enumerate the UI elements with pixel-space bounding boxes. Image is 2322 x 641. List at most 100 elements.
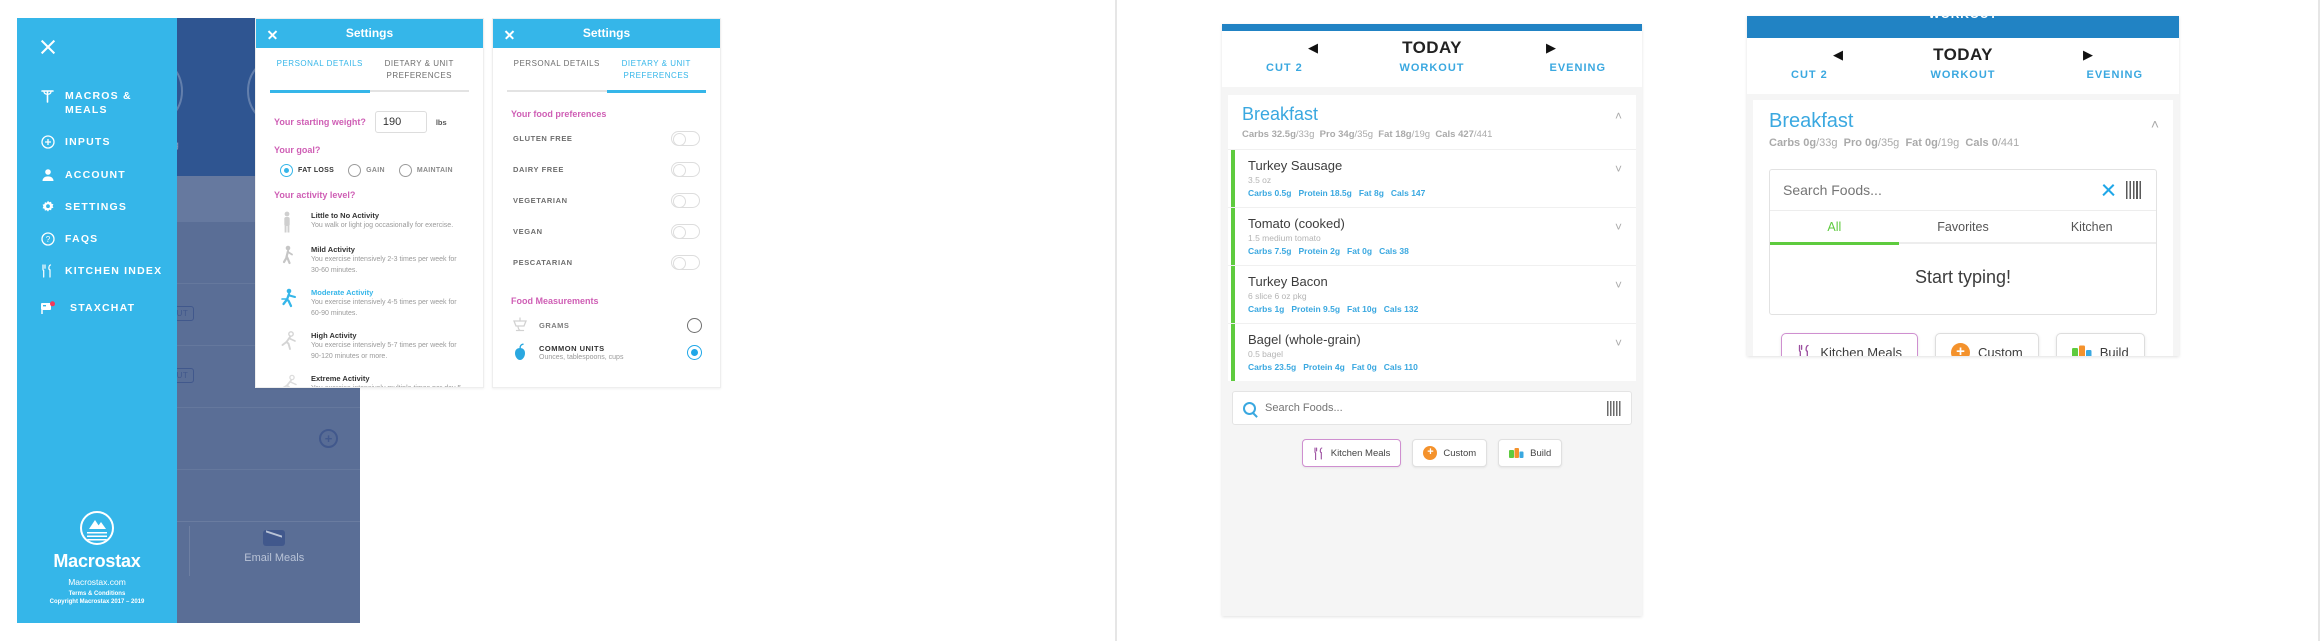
activity-option-desc: You walk or light jog occasionally for e… (311, 222, 454, 229)
preference-row-vegan[interactable]: VEGAN (511, 216, 702, 247)
custom-button[interactable]: + Custom (1934, 333, 2039, 356)
sidebar-item-inputs[interactable]: INPUTS (17, 126, 177, 158)
toggle-switch[interactable] (671, 131, 700, 146)
tab-all[interactable]: All (1770, 211, 1899, 242)
close-icon[interactable] (39, 38, 57, 56)
preference-row-dairy-free[interactable]: DAIRY FREE (511, 154, 702, 185)
logo-mountain-right (96, 522, 106, 529)
activity-option-moderate[interactable]: Moderate Activity You exercise intensive… (274, 282, 465, 325)
food-macros: Carbs 23.5g Protein 4g Fat 0g Cals 110 (1248, 362, 1624, 372)
chevron-up-icon[interactable]: ˄ (2151, 116, 2159, 132)
toggle-switch[interactable] (671, 255, 700, 270)
food-list-item[interactable]: ˅ Turkey Bacon 6 slice 6 oz pkg Carbs 1g… (1228, 265, 1636, 323)
sidebar-item-macros-meals[interactable]: MACROS & MEALS (17, 80, 177, 126)
evening-label[interactable]: EVENING (2086, 69, 2143, 81)
meal-header[interactable]: Breakfast Carbs 0g/33g Pro 0g/35g Fat 0g… (1753, 100, 2173, 159)
status-bar (1222, 24, 1642, 31)
search-foods-bar[interactable] (1770, 170, 2156, 210)
kitchen-meals-button[interactable]: Kitchen Meals (1301, 439, 1402, 467)
food-name: Bagel (whole-grain) (1248, 332, 1361, 347)
activity-option-extreme[interactable]: Extreme Activity You exercise intensivel… (274, 368, 465, 387)
radio-icon[interactable] (280, 164, 293, 177)
radio-icon[interactable] (687, 344, 702, 360)
build-button[interactable]: Build (1498, 439, 1563, 467)
barcode-scanner-icon[interactable] (2126, 181, 2143, 199)
sidebar-item-staxchat[interactable]: STAXCHAT (17, 287, 177, 324)
macro-fat: Fat 0g (1905, 137, 1938, 149)
macro-pro: Pro 0g (1843, 137, 1878, 149)
chevron-down-icon[interactable]: ˅ (1615, 162, 1622, 176)
meal-header[interactable]: Breakfast Carbs 32.5g/33g Pro 34g/35g Fa… (1228, 95, 1636, 149)
toggle-switch[interactable] (671, 193, 700, 208)
chevron-down-icon[interactable]: ˅ (1615, 336, 1622, 350)
food-serving: 3.5 oz (1248, 175, 1272, 185)
close-icon[interactable] (2101, 183, 2116, 198)
food-macro: Protein 2g (1298, 246, 1341, 256)
tab-dietary-unit-preferences[interactable]: DIETARY & UNIT PREFERENCES (607, 58, 707, 90)
fork-knife-icon (1797, 344, 1812, 356)
tab-underline (1898, 242, 2028, 244)
activity-option-high[interactable]: High Activity You exercise intensively 5… (274, 325, 465, 368)
evening-label[interactable]: EVENING (1549, 62, 1606, 74)
starting-weight-input[interactable] (374, 111, 427, 133)
preference-row-gluten-free[interactable]: GLUTEN FREE (511, 123, 702, 154)
food-list-item[interactable]: ˅ Turkey Sausage 3.5 oz Carbs 0.5g Protei… (1228, 149, 1636, 207)
search-foods-bar[interactable] (1232, 391, 1632, 425)
sidebar-item-settings[interactable]: SETTINGS (17, 191, 177, 223)
radio-icon[interactable] (348, 164, 362, 177)
add-food-button[interactable]: + (319, 429, 338, 448)
meal-name: Breakfast (1769, 110, 1854, 132)
radio-icon[interactable] (398, 164, 412, 177)
mail-icon (263, 530, 286, 546)
custom-button[interactable]: + Custom (1412, 439, 1488, 467)
plus-circle-icon (39, 135, 56, 149)
build-button[interactable]: Build (2055, 333, 2145, 356)
sidebar-item-account[interactable]: ACCOUNT (17, 159, 177, 191)
sidebar-item-faqs[interactable]: ? FAQS (17, 223, 177, 255)
next-day-arrow-icon[interactable]: ▶ (2083, 47, 2093, 63)
macro-carbs: Carbs 32.5g (1242, 129, 1296, 140)
toggle-switch[interactable] (671, 162, 700, 177)
activity-option-desc: You exercise intensively 5-7 times per w… (311, 342, 457, 360)
food-serving: 6 slice 6 oz pkg (1248, 291, 1307, 301)
preference-label: VEGETARIAN (513, 196, 568, 205)
preference-row-pescatarian[interactable]: PESCATARIAN (511, 247, 702, 278)
food-macros: Carbs 0.5g Protein 18.5g Fat 8g Cals 147 (1248, 188, 1624, 198)
tab-dietary-unit-preferences[interactable]: DIETARY & UNIT PREFERENCES (370, 58, 470, 90)
tab-favorites[interactable]: Favorites (1899, 211, 2028, 242)
goal-option-gain[interactable]: GAIN (348, 164, 385, 177)
sidebar-item-kitchen-index[interactable]: KITCHEN INDEX (17, 255, 177, 287)
barcode-scanner-icon[interactable] (1607, 400, 1621, 416)
tab-underline-active (270, 90, 370, 93)
chevron-up-icon[interactable]: ˄ (1615, 109, 1622, 123)
person-icon (39, 168, 56, 182)
activity-option-little[interactable]: Little to No Activity You walk or light … (274, 205, 465, 239)
custom-label: Custom (1443, 447, 1477, 459)
search-input[interactable] (1783, 182, 2091, 198)
fork-knife-icon (1313, 446, 1325, 460)
radio-icon[interactable] (687, 317, 702, 333)
tab-personal-details[interactable]: PERSONAL DETAILS (270, 58, 370, 90)
preference-row-vegetarian[interactable]: VEGETARIAN (511, 185, 702, 216)
tab-personal-details[interactable]: PERSONAL DETAILS (507, 58, 607, 90)
brand-url[interactable]: Macrostax.com (17, 577, 177, 587)
kitchen-meals-button[interactable]: Kitchen Meals (1781, 333, 1918, 356)
food-list-item[interactable]: ˅ Bagel (whole-grain) 0.5 bagel Carbs 23… (1228, 323, 1636, 381)
meal-card-breakfast: Breakfast Carbs 32.5g/33g Pro 34g/35g Fa… (1228, 95, 1636, 381)
search-input[interactable] (1265, 402, 1598, 414)
activity-option-mild[interactable]: Mild Activity You exercise intensively 2… (274, 239, 465, 282)
tab-kitchen[interactable]: Kitchen (2027, 211, 2156, 242)
chevron-down-icon[interactable]: ˅ (1615, 220, 1622, 234)
goal-option-fat-loss[interactable]: FAT LOSS (280, 164, 334, 177)
food-list-item[interactable]: ˅ Tomato (cooked) 1.5 medium tomato Carb… (1228, 207, 1636, 265)
measurement-option-grams[interactable]: GRAMS (511, 312, 702, 338)
email-meals-button[interactable]: Email Meals (189, 530, 361, 564)
goal-option-maintain[interactable]: MAINTAIN (398, 164, 453, 177)
chevron-down-icon[interactable]: ˅ (1615, 278, 1622, 292)
meal-name: Breakfast (1242, 104, 1319, 124)
macro-carbs-goal: /33g (1295, 129, 1315, 140)
measurement-option-common-units[interactable]: COMMON UNITS Ounces, tablespoons, cups (511, 338, 702, 366)
next-day-arrow-icon[interactable]: ▶ (1546, 40, 1556, 56)
toggle-switch[interactable] (671, 224, 700, 239)
terms-link[interactable]: Terms & Conditions (17, 591, 177, 597)
